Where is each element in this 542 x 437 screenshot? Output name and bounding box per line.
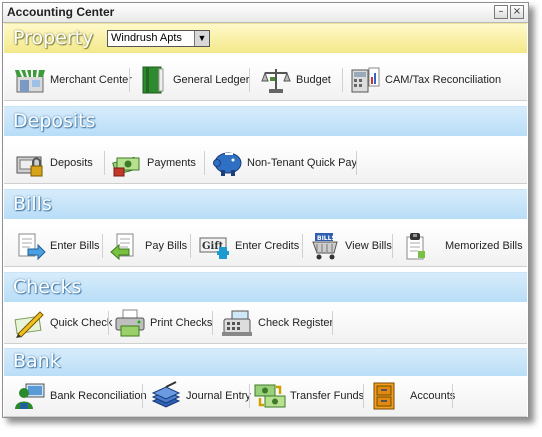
non-tenant-quick-pay-label: Non-Tenant Quick Pay xyxy=(247,157,358,169)
transfer-money-icon xyxy=(254,381,286,411)
money-stack-icon xyxy=(111,148,143,178)
deposits-label: Deposits xyxy=(50,157,93,169)
journal-book-icon xyxy=(150,381,182,411)
gift-credit-icon: Gift xyxy=(199,231,231,261)
separator xyxy=(108,311,109,335)
scale-icon xyxy=(260,65,292,95)
accounting-center-window: Accounting Center – × Property Windrush … xyxy=(2,2,529,418)
ledger-book-icon xyxy=(137,65,169,95)
section-title-checks: Checks xyxy=(13,276,82,298)
separator xyxy=(204,151,205,175)
separator xyxy=(102,234,103,258)
section-title-bank: Bank xyxy=(13,350,61,372)
section-title-deposits: Deposits xyxy=(13,110,96,132)
enter-credits-button[interactable]: Gift Enter Credits xyxy=(199,230,299,262)
budget-label: Budget xyxy=(296,74,331,86)
section-title-bills: Bills xyxy=(13,193,52,215)
view-bills-button[interactable]: BILLS View Bills xyxy=(309,230,392,262)
clip-bill-icon xyxy=(401,231,433,261)
section-header-bills: Bills xyxy=(4,189,527,219)
merchant-store-icon xyxy=(14,65,46,95)
enter-credits-label: Enter Credits xyxy=(235,240,300,252)
bank-user-icon xyxy=(14,381,46,411)
toolbar-bank: Bank Reconciliation Journal Entry Transf… xyxy=(4,376,527,417)
safe-deposit-icon xyxy=(14,148,46,178)
merchant-center-button[interactable]: Merchant Center xyxy=(14,64,132,96)
pay-bills-label: Pay Bills xyxy=(145,240,188,252)
title-bar: Accounting Center – × xyxy=(3,3,528,23)
chevron-down-icon[interactable]: ▼ xyxy=(194,31,209,46)
separator xyxy=(249,384,250,408)
toolbar-checks: Quick Check Print Checks Check Register xyxy=(4,303,527,344)
register-icon xyxy=(220,308,252,338)
pen-check-icon xyxy=(14,308,46,338)
accounts-button[interactable]: Accounts xyxy=(370,380,455,412)
toolbar-deposits: Deposits Payments Non-Tenant Quick Pay xyxy=(4,143,527,184)
piggy-bank-icon xyxy=(211,148,243,178)
separator xyxy=(363,384,364,408)
payments-label: Payments xyxy=(147,157,196,169)
section-header-bank: Bank xyxy=(4,348,527,378)
separator xyxy=(342,68,343,92)
toolbar-bills: Enter Bills Pay Bills Gift Enter Credits… xyxy=(4,226,527,267)
bills-cart-icon: BILLS xyxy=(309,231,341,261)
toolbar-property: Merchant Center General Ledger Budget CA… xyxy=(4,60,527,101)
transfer-funds-button[interactable]: Transfer Funds xyxy=(254,380,364,412)
printer-icon xyxy=(114,308,146,338)
cam-tax-reconciliation-label: CAM/Tax Reconciliation xyxy=(385,74,502,86)
general-ledger-label: General Ledger xyxy=(173,74,250,86)
memorized-bills-label: Memorized Bills xyxy=(445,240,523,252)
payments-button[interactable]: Payments xyxy=(111,147,196,179)
quick-check-label: Quick Check xyxy=(50,317,113,329)
separator xyxy=(212,311,213,335)
deposits-button[interactable]: Deposits xyxy=(14,147,93,179)
window-title: Accounting Center xyxy=(7,5,115,19)
enter-bills-icon xyxy=(14,231,46,261)
section-header-deposits: Deposits xyxy=(4,106,527,136)
accounts-label: Accounts xyxy=(410,390,456,402)
view-bills-label: View Bills xyxy=(345,240,392,252)
section-title-property: Property xyxy=(13,27,94,49)
print-checks-button[interactable]: Print Checks xyxy=(114,307,212,339)
separator xyxy=(302,234,303,258)
separator xyxy=(104,151,105,175)
transfer-funds-label: Transfer Funds xyxy=(290,390,365,402)
separator xyxy=(142,384,143,408)
separator xyxy=(129,68,130,92)
journal-entry-button[interactable]: Journal Entry xyxy=(150,380,251,412)
journal-entry-label: Journal Entry xyxy=(186,390,251,402)
svg-text:BILLS: BILLS xyxy=(317,235,336,242)
check-register-label: Check Register xyxy=(258,317,334,329)
separator xyxy=(452,384,453,408)
section-header-checks: Checks xyxy=(4,272,527,302)
close-button[interactable]: × xyxy=(510,5,524,19)
enter-bills-button[interactable]: Enter Bills xyxy=(14,230,100,262)
separator xyxy=(356,151,357,175)
non-tenant-quick-pay-button[interactable]: Non-Tenant Quick Pay xyxy=(211,147,357,179)
general-ledger-button[interactable]: General Ledger xyxy=(137,64,249,96)
bank-reconciliation-label: Bank Reconciliation xyxy=(50,390,147,402)
bank-reconciliation-button[interactable]: Bank Reconciliation xyxy=(14,380,147,412)
print-checks-label: Print Checks xyxy=(150,317,213,329)
merchant-center-label: Merchant Center xyxy=(50,74,132,86)
cam-tax-reconciliation-button[interactable]: CAM/Tax Reconciliation xyxy=(349,64,501,96)
separator xyxy=(392,234,393,258)
quick-check-button[interactable]: Quick Check xyxy=(14,307,112,339)
minimize-button[interactable]: – xyxy=(494,5,508,19)
separator xyxy=(249,68,250,92)
pay-bills-button[interactable]: Pay Bills xyxy=(109,230,187,262)
separator xyxy=(190,234,191,258)
separator xyxy=(332,311,333,335)
enter-bills-label: Enter Bills xyxy=(50,240,100,252)
calculator-chart-icon xyxy=(349,65,381,95)
budget-button[interactable]: Budget xyxy=(260,64,331,96)
property-select[interactable]: Windrush Apts ▼ xyxy=(107,30,210,47)
file-cabinet-icon xyxy=(370,381,402,411)
property-select-value: Windrush Apts xyxy=(111,32,182,44)
check-register-button[interactable]: Check Register xyxy=(220,307,333,339)
memorized-bills-button[interactable]: Memorized Bills xyxy=(401,230,523,262)
pay-bills-icon xyxy=(109,231,141,261)
section-header-property: Property Windrush Apts ▼ xyxy=(4,23,527,53)
